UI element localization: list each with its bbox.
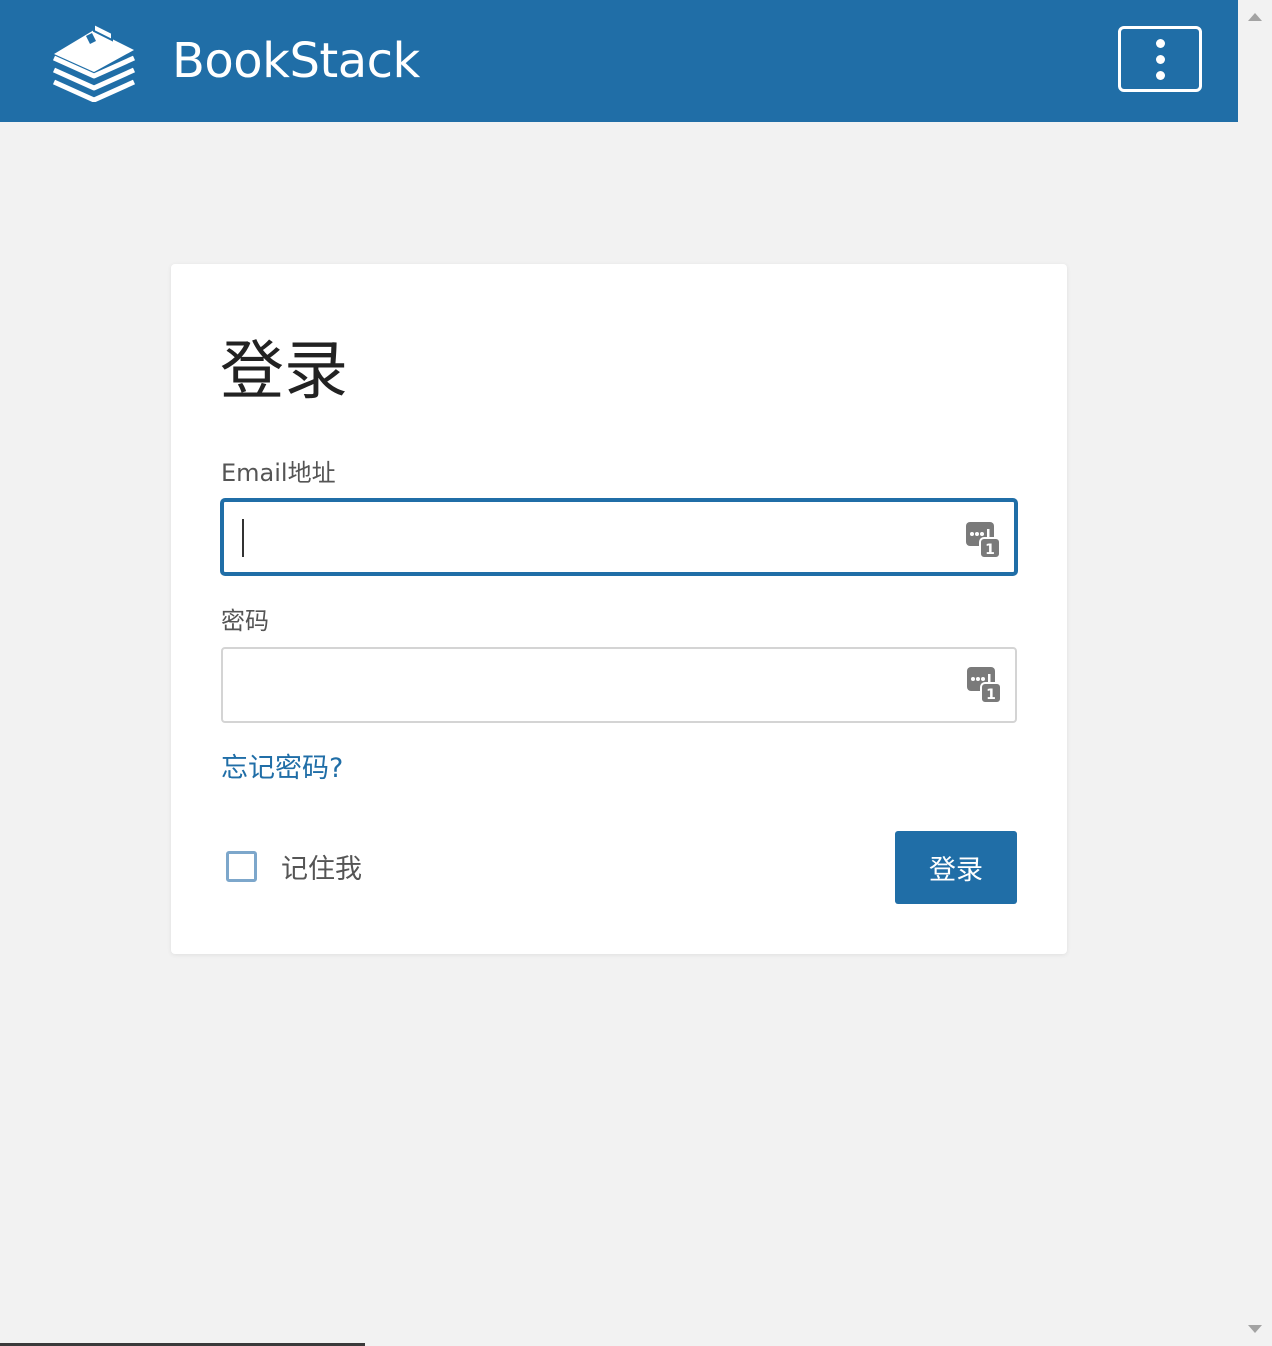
login-button[interactable]: 登录 (895, 831, 1017, 904)
scroll-down-arrow-icon[interactable] (1248, 1325, 1262, 1333)
svg-text:1: 1 (985, 542, 995, 558)
email-label: Email地址 (221, 459, 336, 487)
page-scrollbar[interactable] (1238, 0, 1272, 1346)
remember-me-label[interactable]: 记住我 (281, 847, 362, 886)
password-field[interactable]: 1 (221, 647, 1017, 723)
top-header: BookStack (0, 0, 1238, 122)
email-field[interactable]: 1 (221, 499, 1017, 575)
password-label: 密码 (221, 607, 269, 635)
header-menu-button[interactable] (1118, 26, 1202, 92)
forgot-password-link[interactable]: 忘记密码? (221, 752, 343, 786)
scroll-up-arrow-icon[interactable] (1248, 13, 1262, 21)
more-vertical-icon (1155, 38, 1165, 48)
more-vertical-icon-dot (1155, 70, 1165, 80)
more-vertical-icon-dot (1155, 54, 1165, 64)
password-manager-icon[interactable]: 1 (967, 667, 1001, 703)
brand-name[interactable]: BookStack (172, 32, 420, 90)
password-manager-icon[interactable]: 1 (966, 522, 1000, 558)
text-caret (242, 519, 244, 557)
remember-me-control[interactable]: 记住我 (226, 847, 362, 886)
remember-me-checkbox[interactable] (226, 850, 257, 882)
svg-text:1: 1 (986, 687, 996, 703)
login-card: 登录 Email地址 1 密码 1 忘记密码? 记住我 登录 (171, 264, 1067, 954)
bookstack-logo-icon[interactable] (50, 20, 138, 102)
page-title: 登录 (220, 335, 348, 409)
